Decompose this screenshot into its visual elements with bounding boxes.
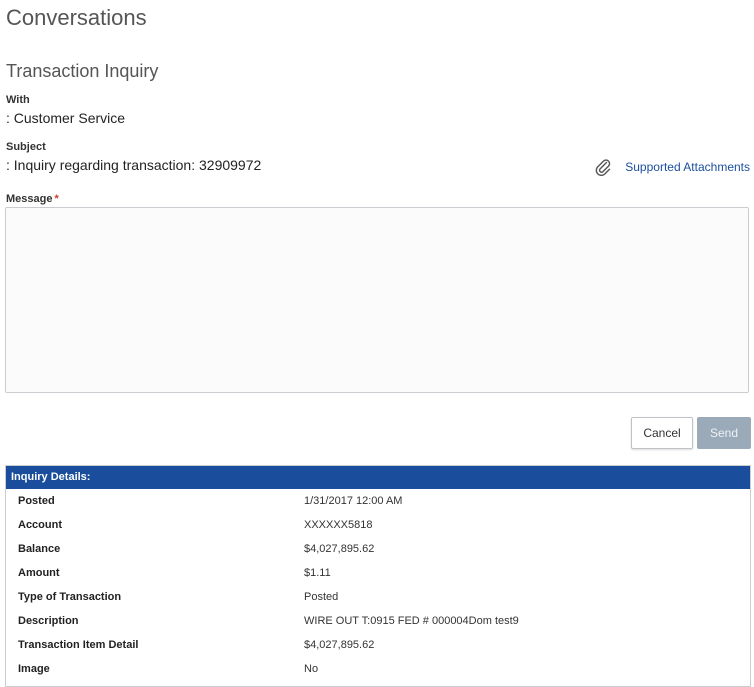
detail-row-amount: Amount $1.11 — [6, 561, 750, 585]
subject-value: : Inquiry regarding transaction: 3290997… — [6, 157, 262, 173]
detail-label: Transaction Item Detail — [18, 639, 139, 651]
detail-value: $1.11 — [304, 567, 331, 579]
with-value: : Customer Service — [6, 110, 126, 126]
detail-label: Amount — [18, 567, 60, 579]
detail-value: $4,027,895.62 — [304, 543, 375, 555]
with-label: With — [6, 94, 30, 106]
detail-label: Posted — [18, 495, 55, 507]
detail-value: WIRE OUT T:0915 FED # 000004Dom test9 — [304, 615, 519, 627]
supported-attachments-link[interactable]: Supported Attachments — [595, 158, 750, 176]
message-textarea[interactable] — [5, 207, 749, 393]
cancel-button[interactable]: Cancel — [631, 417, 693, 449]
detail-label: Balance — [18, 543, 61, 555]
detail-value: XXXXXX5818 — [304, 519, 373, 531]
message-label: Message * — [6, 193, 59, 205]
detail-row-image: Image No — [6, 657, 750, 681]
subject-label: Subject — [6, 141, 46, 153]
detail-row-account: Account XXXXXX5818 — [6, 513, 750, 537]
detail-row-transaction-item-detail: Transaction Item Detail $4,027,895.62 — [6, 633, 750, 657]
paperclip-icon — [595, 158, 611, 176]
message-label-text: Message — [6, 193, 53, 205]
detail-label: Account — [18, 519, 62, 531]
detail-value: 1/31/2017 12:00 AM — [304, 495, 403, 507]
form-title: Transaction Inquiry — [6, 61, 159, 81]
detail-value: No — [304, 663, 319, 675]
detail-value: Posted — [304, 591, 339, 603]
inquiry-details-panel: Inquiry Details: Posted 1/31/2017 12:00 … — [5, 465, 751, 687]
detail-label: Image — [18, 663, 50, 675]
detail-row-description: Description WIRE OUT T:0915 FED # 000004… — [6, 609, 750, 633]
send-button[interactable]: Send — [697, 417, 751, 449]
detail-row-type-of-transaction: Type of Transaction Posted — [6, 585, 750, 609]
detail-value: $4,027,895.62 — [304, 639, 375, 651]
detail-label: Type of Transaction — [18, 591, 122, 603]
detail-label: Description — [18, 615, 79, 627]
supported-attachments-label: Supported Attachments — [625, 160, 750, 174]
detail-row-balance: Balance $4,027,895.62 — [6, 537, 750, 561]
page-title: Conversations — [6, 5, 147, 30]
required-marker: * — [54, 193, 59, 205]
inquiry-details-header: Inquiry Details: — [6, 466, 750, 489]
detail-row-posted: Posted 1/31/2017 12:00 AM — [6, 489, 750, 513]
